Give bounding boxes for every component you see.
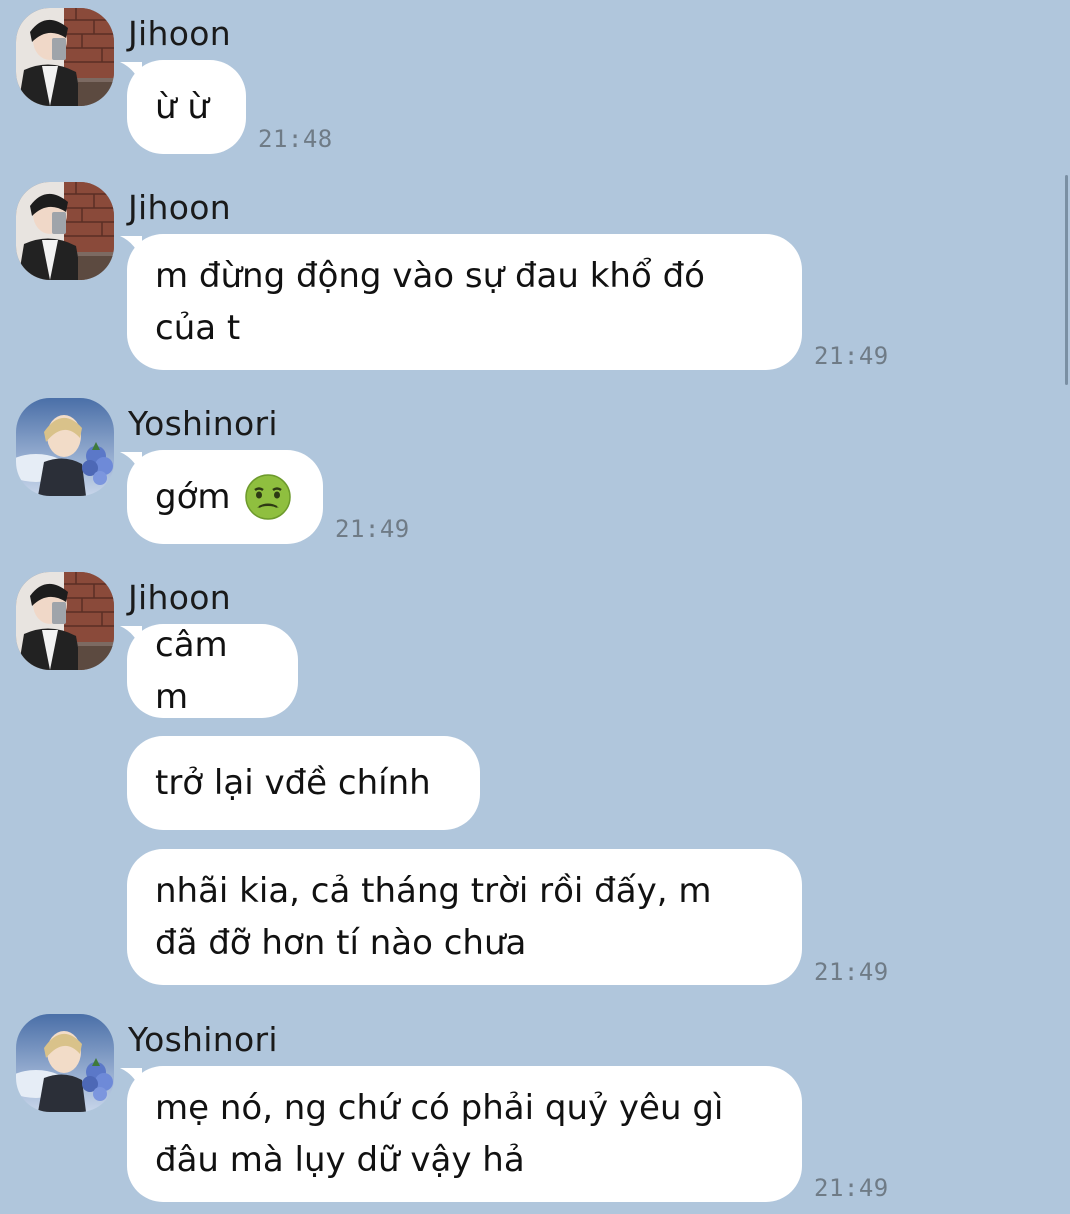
avatar-jihoon[interactable] [16, 8, 114, 106]
message-timestamp: 21:49 [814, 1174, 889, 1202]
avatar-yoshinori[interactable] [16, 398, 114, 496]
message-timestamp: 21:49 [814, 342, 889, 370]
message-text: trở lại vđề chính [155, 763, 431, 803]
message-text-line: của t [155, 308, 241, 348]
message-bubble[interactable]: gớm [127, 450, 323, 544]
avatar-yoshinori[interactable] [16, 1014, 114, 1112]
message-text: gớm [155, 477, 231, 517]
message-text-line: đâu mà lụy dữ vậy hả [155, 1140, 525, 1180]
message-bubble[interactable]: câm m [127, 624, 298, 718]
scrollbar[interactable] [1065, 175, 1068, 385]
sender-name: Jihoon [128, 14, 231, 53]
message-timestamp: 21:49 [335, 515, 410, 543]
avatar-jihoon[interactable] [16, 572, 114, 670]
message-text-line: đã đỡ hơn tí nào chưa [155, 923, 527, 963]
message-bubble[interactable]: m đừng động vào sự đau khổ đó của t [127, 234, 802, 370]
message-bubble[interactable]: mẹ nó, ng chứ có phải quỷ yêu gì đâu mà … [127, 1066, 802, 1202]
message-bubble[interactable]: trở lại vđề chính [127, 736, 480, 830]
message-text: ừ ừ [155, 87, 209, 127]
message-text-line: m đừng động vào sự đau khổ đó [155, 256, 705, 296]
sender-name: Jihoon [128, 188, 231, 227]
message-text: câm m [155, 625, 228, 717]
sender-name: Yoshinori [128, 1020, 278, 1059]
chat-area[interactable]: Jihoon ừ ừ 21:48 Jihoon m đừng động vào … [0, 0, 1070, 1214]
sender-name: Jihoon [128, 578, 231, 617]
message-timestamp: 21:48 [258, 125, 333, 153]
message-text-line: nhãi kia, cả tháng trời rồi đấy, m [155, 871, 712, 911]
avatar-jihoon[interactable] [16, 182, 114, 280]
message-bubble[interactable]: nhãi kia, cả tháng trời rồi đấy, m đã đỡ… [127, 849, 802, 985]
message-text-line: mẹ nó, ng chứ có phải quỷ yêu gì [155, 1088, 724, 1128]
message-bubble[interactable]: ừ ừ [127, 60, 246, 154]
sender-name: Yoshinori [128, 404, 278, 443]
nauseated-face-icon [244, 474, 291, 520]
message-timestamp: 21:49 [814, 958, 889, 986]
